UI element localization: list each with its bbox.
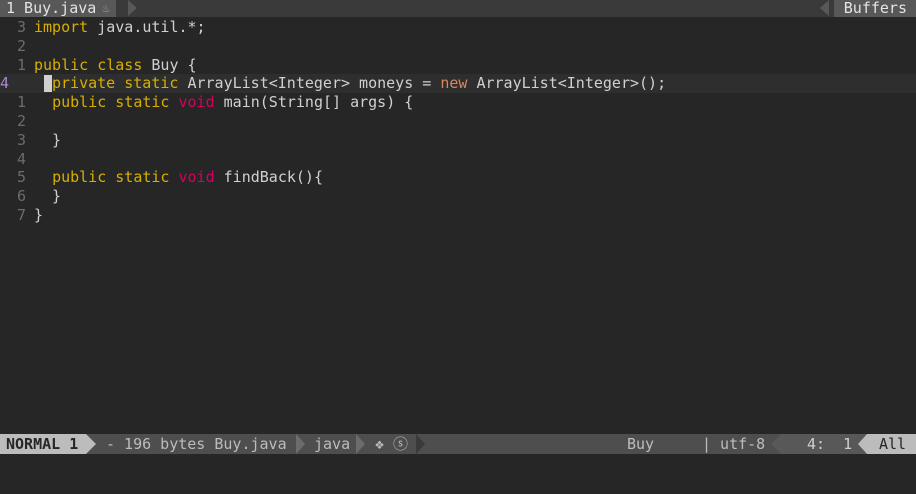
- code-line-current[interactable]: 4 private static ArrayList<Integer> money…: [0, 74, 916, 94]
- code-line[interactable]: 7}: [0, 206, 916, 225]
- file-encoding: | utf-8: [702, 435, 766, 453]
- segment-separator: [296, 434, 305, 454]
- line-number: 4: [0, 74, 10, 93]
- file-info: - 196 bytes Buy.java: [106, 435, 287, 453]
- line-number: 3: [16, 18, 26, 36]
- code-line[interactable]: 3 import java.util.*;: [0, 18, 916, 37]
- line-number: 1: [16, 93, 26, 112]
- scroll-percent-block: All: [867, 434, 916, 454]
- code-line[interactable]: 1 public class Buy {: [0, 56, 916, 75]
- line-number: 2: [16, 112, 26, 130]
- code-text: import java.util.*;: [34, 18, 206, 36]
- code-line[interactable]: 3 }: [0, 131, 916, 150]
- segment-separator: [771, 434, 781, 454]
- code-line[interactable]: 2: [0, 112, 916, 131]
- cursor-position-block: 4: 1: [781, 434, 867, 454]
- editor-buffer[interactable]: 3 import java.util.*; 2 1 public class Buy {…: [0, 17, 916, 434]
- tab-buy-java[interactable]: 1 Buy.java ♨: [0, 0, 116, 17]
- tab-label: 1 Buy.java: [6, 0, 97, 17]
- line-number: 5: [16, 168, 26, 187]
- java-cup-icon: ♨: [102, 1, 110, 15]
- scroll-percent: All: [879, 435, 907, 453]
- code-text: }: [34, 187, 62, 206]
- code-line[interactable]: 5 public static void findBack(){: [0, 168, 916, 187]
- line-number: 2: [16, 36, 26, 55]
- code-line[interactable]: 1 public static void main(String[] args)…: [0, 93, 916, 112]
- buffers-separator-arrow: [820, 0, 829, 16]
- line-number: 3: [16, 130, 26, 149]
- cursor-position: 4: 1: [807, 435, 853, 453]
- code-text: }: [34, 206, 44, 224]
- line-number: 4: [16, 149, 26, 168]
- current-tag: Buy: [627, 435, 655, 453]
- line-number: 1: [16, 55, 26, 74]
- tabline: 1 Buy.java ♨ Buffers: [0, 0, 916, 17]
- segment-separator: [858, 434, 867, 454]
- tab-separator-arrow: [128, 0, 137, 16]
- code-text: public static void main(String[] args) {: [52, 93, 414, 112]
- line-number: 7: [16, 206, 26, 224]
- mode-separator-arrow: [86, 434, 96, 454]
- buffers-indicator[interactable]: Buffers: [833, 0, 916, 17]
- segment-separator: [416, 434, 425, 454]
- text-cursor: [44, 75, 52, 93]
- segment-separator: [356, 434, 365, 454]
- code-line[interactable]: 2: [0, 37, 916, 56]
- statusline: NORMAL 1 - 196 bytes Buy.java java ❖ ⓢ B…: [0, 434, 916, 472]
- command-line[interactable]: [0, 454, 916, 473]
- line-number: 6: [16, 187, 26, 206]
- plugin-status-icons: ❖ ⓢ: [375, 435, 409, 453]
- code-text: public static void findBack(){: [52, 168, 323, 187]
- mode-indicator: NORMAL 1: [0, 434, 87, 454]
- filetype: java: [314, 435, 351, 453]
- code-text: public class Buy {: [34, 55, 197, 74]
- code-text: }: [34, 130, 62, 149]
- code-line[interactable]: 4: [0, 150, 916, 169]
- code-line[interactable]: 6 }: [0, 187, 916, 206]
- code-text: private static ArrayList<Integer> moneys…: [52, 74, 667, 93]
